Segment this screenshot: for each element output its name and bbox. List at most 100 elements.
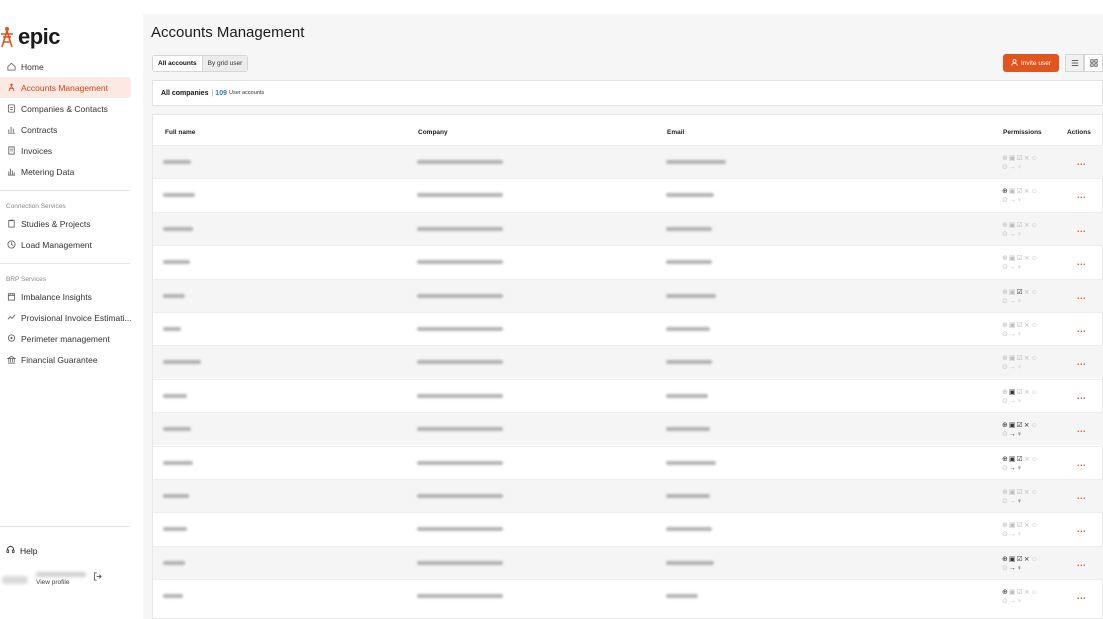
full-name-blurred [163,360,201,365]
row-actions-button[interactable]: ... [1077,391,1086,401]
home-icon [6,62,16,72]
row-actions-button[interactable]: ... [1077,591,1086,601]
permission-icon: ⊕ [1002,255,1009,263]
column-full-name[interactable]: Full name [165,129,195,136]
grid-view-icon[interactable] [1084,54,1103,72]
permission-icon: ♀ [1016,464,1024,472]
table-row[interactable]: ⊕▣☑⨯☺ ⊙→♀... [153,378,1103,412]
permission-icon: → [1008,464,1017,472]
email-blurred [666,594,698,599]
row-actions-button[interactable]: ... [1077,257,1086,267]
full-name-blurred [163,226,193,231]
view-toggle [1065,54,1103,72]
help-link[interactable]: Help [6,545,37,556]
row-actions-button[interactable]: ... [1077,190,1086,200]
contracts-icon [6,125,16,135]
permission-icon: ⊕ [1002,288,1009,296]
logout-icon[interactable] [93,572,102,583]
clock-icon [6,240,16,250]
sidebar-item-perimeter-management[interactable]: Perimeter management [0,328,143,349]
permission-icon: → [1008,264,1017,272]
permission-icon: ♀ [1016,498,1024,505]
company-blurred [417,494,503,498]
permission-icons: ⊕▣☑⨯☺ ⊙→♀ [1002,187,1052,205]
view-profile-link[interactable]: View profile [36,579,69,586]
sidebar-item-invoices[interactable]: Invoices [0,140,143,161]
table-row[interactable]: ⊕▣☑⨯☺ ⊙→♀... [153,278,1103,312]
permission-icon: ⊙ [1002,397,1009,405]
invite-user-button[interactable]: Invite user [1003,54,1059,72]
clipboard-icon [6,219,16,229]
permission-icon: ⊕ [1002,221,1009,229]
table-row[interactable]: ⊕▣☑⨯☺ ⊙→♀... [153,312,1103,345]
table-row[interactable]: ⊕▣☑⨯☺ ⊙→♀... [153,211,1103,245]
row-actions-button[interactable]: ... [1077,558,1086,568]
sidebar-item-accounts-management[interactable]: Accounts Management [0,77,131,98]
email-blurred [666,427,710,432]
row-actions-button[interactable]: ... [1077,491,1086,501]
table-row[interactable]: ⊕▣☑⨯☺ ⊙→♀... [153,545,1103,579]
table-row[interactable]: ⊕▣☑⨯☺ ⊙→♀... [153,345,1103,379]
table-row[interactable]: ⊕▣☑⨯☺ ⊙→♀... [153,445,1103,479]
sidebar-divider [0,263,130,264]
table-row[interactable]: ⊕▣☑⨯☺ ⊙→♀... [153,512,1103,545]
sidebar-item-financial-guarantee[interactable]: Financial Guarantee [0,349,143,370]
row-actions-button[interactable]: ... [1077,524,1086,534]
permission-icon: ♀ [1016,431,1024,439]
sidebar-item-home[interactable]: Home [0,56,143,77]
row-actions-button[interactable]: ... [1077,324,1086,334]
permission-icon: ☺ [1030,221,1039,229]
permission-icon: ♀ [1016,297,1024,305]
sidebar-item-studies-projects[interactable]: Studies & Projects [0,213,143,234]
table-row[interactable]: ⊕▣☑⨯☺ ⊙→♀... [153,145,1103,178]
sidebar-item-label: Studies & Projects [21,218,91,229]
sidebar-item-load-management[interactable]: Load Management [0,234,143,255]
permission-icons: ⊕▣☑⨯☺ ⊙→♀ [1002,321,1052,339]
row-actions-button[interactable]: ... [1077,157,1086,167]
tab-by-grid-user[interactable]: By grid user [202,56,248,71]
row-actions-button[interactable]: ... [1077,291,1086,301]
permission-icon: ☑ [1016,555,1024,563]
column-email[interactable]: Email [667,129,684,136]
list-view-icon[interactable] [1065,54,1084,72]
company-blurred [417,527,503,532]
row-actions-button[interactable]: ... [1077,458,1086,468]
permission-icons: ⊕▣☑⨯☺ ⊙→♀ [1002,288,1052,306]
permission-icon: ▣ [1008,489,1017,496]
row-actions-button[interactable]: ... [1077,224,1086,234]
user-profile[interactable]: View profile [0,570,140,590]
permission-icon: → [1008,531,1017,539]
table-row[interactable]: ⊕▣☑⨯☺ ⊙→♀... [153,579,1103,612]
section-title-brp: BRP Services [6,275,46,283]
sidebar-item-contracts[interactable]: Contracts [0,119,143,140]
permission-icon: ⊙ [1002,264,1009,272]
row-actions-button[interactable]: ... [1077,424,1086,434]
sidebar-item-metering-data[interactable]: Metering Data [0,161,143,182]
location-icon [6,334,16,344]
row-actions-button[interactable]: ... [1077,357,1086,367]
column-company[interactable]: Company [418,129,448,136]
company-blurred [417,327,503,331]
permission-icon: ⨯ [1023,455,1031,463]
permission-icon: ⊙ [1002,431,1009,439]
full-name-blurred [163,260,190,265]
table-row[interactable]: ⊕▣☑⨯☺ ⊙→♀... [153,178,1103,211]
permission-icon: → [1008,431,1017,439]
permission-icon: ⨯ [1023,522,1031,530]
tab-all-accounts[interactable]: All accounts [153,56,203,71]
permission-icon: ♀ [1016,331,1024,338]
permission-icon: ♀ [1016,264,1024,272]
sidebar-item-provisional-invoice-estimati[interactable]: Provisional Invoice Estimati... [0,307,143,328]
permission-icon: ⊙ [1002,531,1009,539]
permission-icon: ♀ [1016,598,1024,606]
permission-icon: ♀ [1016,197,1024,205]
permission-icon: ☺ [1030,255,1039,263]
permission-icon: ☑ [1016,422,1024,430]
table-row[interactable]: ⊕▣☑⨯☺ ⊙→♀... [153,412,1103,446]
logo[interactable]: epic [0,24,61,50]
table-row[interactable]: ⊕▣☑⨯☺ ⊙→♀... [153,245,1103,278]
sidebar-item-companies-contacts[interactable]: Companies & Contacts [0,98,143,119]
table-row[interactable]: ⊕▣☑⨯☺ ⊙→♀... [153,479,1103,512]
sidebar-item-imbalance-insights[interactable]: Imbalance Insights [0,286,143,307]
bank-icon [6,355,16,365]
